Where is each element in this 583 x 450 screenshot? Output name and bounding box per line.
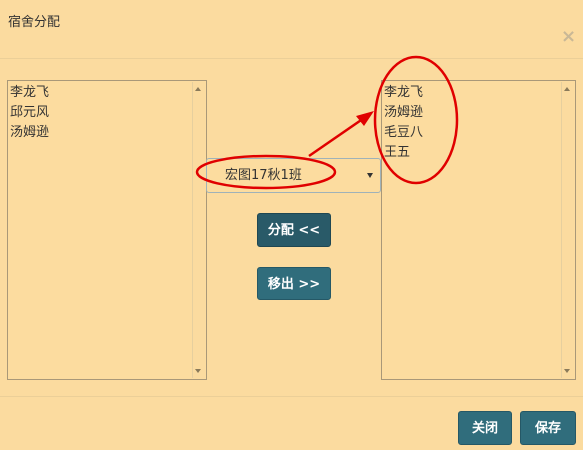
footer-divider: [0, 396, 583, 397]
chevron-down-icon: [367, 173, 373, 178]
scroll-down-icon[interactable]: [564, 369, 570, 373]
class-select-value: 宏图17秋1班: [225, 168, 302, 183]
save-button[interactable]: 保存: [520, 411, 576, 445]
left-list-scrollbar[interactable]: [192, 82, 205, 378]
left-list-items: 李龙飞 邱元风 汤姆逊: [10, 83, 49, 143]
list-item[interactable]: 汤姆逊: [10, 123, 49, 143]
assign-button[interactable]: 分配 <<: [257, 213, 331, 247]
annotation-arrowhead: [356, 111, 374, 126]
dorm-assign-dialog: 宿舍分配 × 李龙飞 邱元风 汤姆逊 宏图17秋1班 分配 << 移出 >> 李…: [0, 0, 583, 450]
list-item[interactable]: 李龙飞: [384, 83, 423, 103]
close-icon[interactable]: ×: [561, 28, 576, 46]
unassigned-students-list[interactable]: 李龙飞 邱元风 汤姆逊: [7, 80, 207, 380]
list-item[interactable]: 邱元风: [10, 103, 49, 123]
right-list-items: 李龙飞 汤姆逊 毛豆八 王五: [384, 83, 423, 163]
list-item[interactable]: 李龙飞: [10, 83, 49, 103]
class-select[interactable]: 宏图17秋1班: [206, 158, 381, 193]
scroll-up-icon[interactable]: [195, 87, 201, 91]
remove-button[interactable]: 移出 >>: [257, 267, 331, 300]
list-item[interactable]: 王五: [384, 143, 423, 163]
list-item[interactable]: 毛豆八: [384, 123, 423, 143]
list-item[interactable]: 汤姆逊: [384, 103, 423, 123]
annotation-arrow-line: [308, 114, 368, 158]
close-button[interactable]: 关闭: [458, 411, 512, 445]
header-divider: [0, 58, 583, 59]
assigned-students-list[interactable]: 李龙飞 汤姆逊 毛豆八 王五: [381, 80, 576, 380]
right-list-scrollbar[interactable]: [561, 82, 574, 378]
dialog-title: 宿舍分配: [8, 15, 61, 30]
scroll-up-icon[interactable]: [564, 87, 570, 91]
scroll-down-icon[interactable]: [195, 369, 201, 373]
